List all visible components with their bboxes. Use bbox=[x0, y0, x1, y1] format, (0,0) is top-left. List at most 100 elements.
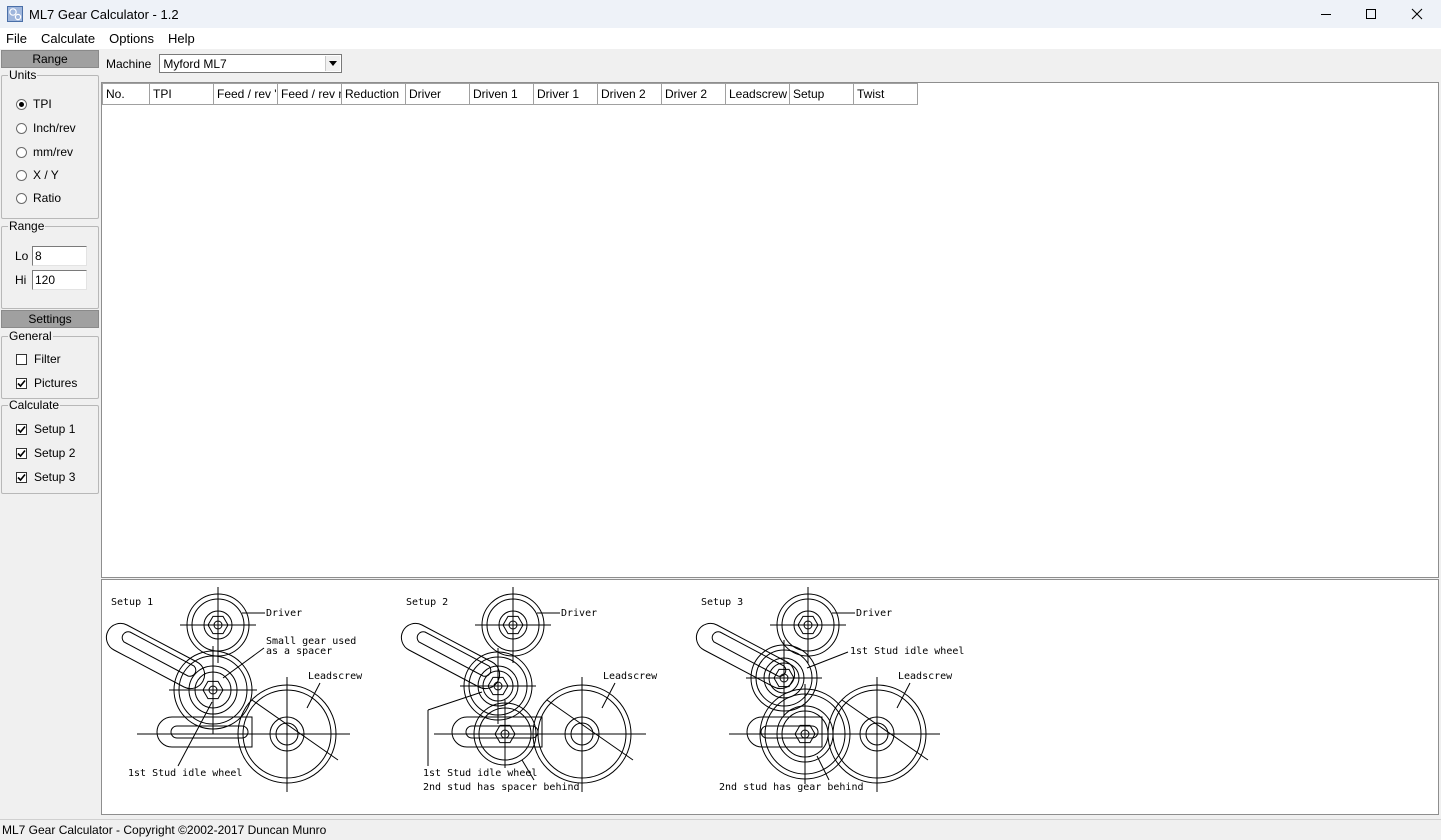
units-label-inch-rev: Inch/rev bbox=[33, 121, 76, 135]
machine-label: Machine bbox=[106, 56, 152, 71]
setup3-option[interactable]: Setup 3 bbox=[16, 470, 75, 484]
col-header-driver1[interactable]: Driver 1 bbox=[534, 83, 598, 105]
filter-option[interactable]: Filter bbox=[16, 352, 61, 366]
maximize-button[interactable] bbox=[1348, 0, 1394, 28]
setup3-driver-label: Driver bbox=[856, 608, 892, 619]
range-lo-label: Lo bbox=[15, 249, 29, 263]
setup1-idle-label: 1st Stud idle wheel bbox=[128, 768, 242, 779]
filter-checkbox[interactable] bbox=[16, 353, 27, 365]
setup1-checkbox[interactable] bbox=[16, 423, 27, 435]
setup2-checkbox[interactable] bbox=[16, 447, 27, 459]
range-lo-input[interactable] bbox=[32, 246, 87, 266]
radio-tpi[interactable] bbox=[16, 98, 27, 110]
setup3-leadscrew-label: Leadscrew bbox=[898, 671, 953, 682]
checkmark-icon bbox=[17, 449, 26, 457]
setup2-driver-label: Driver bbox=[561, 608, 597, 619]
title-bar: ML7 Gear Calculator - 1.2 bbox=[0, 0, 1441, 28]
settings-header[interactable]: Settings bbox=[1, 310, 99, 328]
col-header-feed-mm[interactable]: Feed / rev mm bbox=[278, 83, 342, 105]
pictures-label: Pictures bbox=[34, 376, 78, 390]
units-legend: Units bbox=[9, 68, 37, 82]
range-lo-row: Lo bbox=[15, 246, 87, 266]
setup2-note-label: 2nd stud has spacer behind bbox=[423, 782, 580, 793]
units-label-tpi: TPI bbox=[33, 97, 52, 111]
general-legend: General bbox=[9, 329, 52, 343]
radio-inch-rev[interactable] bbox=[16, 122, 27, 134]
range-hi-row: Hi bbox=[15, 270, 87, 290]
filter-label: Filter bbox=[34, 352, 61, 366]
radio-ratio[interactable] bbox=[16, 192, 27, 204]
menu-calculate[interactable]: Calculate bbox=[34, 31, 102, 46]
menu-options[interactable]: Options bbox=[102, 31, 161, 46]
checkmark-icon bbox=[17, 473, 26, 481]
app-icon bbox=[7, 6, 23, 22]
status-bar: ML7 Gear Calculator - Copyright ©2002-20… bbox=[0, 819, 1441, 840]
setup3-label: Setup 3 bbox=[34, 470, 76, 484]
setup2-leadscrew-label: Leadscrew bbox=[603, 671, 658, 682]
col-header-driver2[interactable]: Driver 2 bbox=[662, 83, 726, 105]
units-label-xy: X / Y bbox=[33, 168, 59, 182]
units-option-mm-rev[interactable]: mm/rev bbox=[16, 145, 73, 159]
setup1-leadscrew-label: Leadscrew bbox=[308, 671, 363, 682]
setup2-option[interactable]: Setup 2 bbox=[16, 446, 75, 460]
col-header-driven2[interactable]: Driven 2 bbox=[598, 83, 662, 105]
col-header-no[interactable]: No. bbox=[102, 83, 150, 105]
setup1-title: Setup 1 bbox=[111, 597, 153, 608]
setup2-idle-label: 1st Stud idle wheel bbox=[423, 768, 537, 779]
setup1-label: Setup 1 bbox=[34, 422, 76, 436]
col-header-reduction[interactable]: Reduction bbox=[342, 83, 406, 105]
close-icon bbox=[1411, 8, 1423, 20]
status-text: ML7 Gear Calculator - Copyright ©2002-20… bbox=[2, 823, 327, 837]
units-option-inch-rev[interactable]: Inch/rev bbox=[16, 121, 76, 135]
gear-train-diagrams: Setup 1 Driver Small gear used as a spac… bbox=[105, 587, 964, 793]
units-option-xy[interactable]: X / Y bbox=[16, 168, 59, 182]
setup1-diagram: Setup 1 Driver Small gear used as a spac… bbox=[105, 587, 363, 792]
col-header-leadscrew[interactable]: Leadscrew bbox=[726, 83, 790, 105]
setup2-diagram: Setup 2 Driver Leadscrew 1st Stud idle w… bbox=[400, 587, 658, 793]
grid-header: No. TPI Feed / rev " Feed / rev mm Reduc… bbox=[102, 83, 1438, 105]
units-label-ratio: Ratio bbox=[33, 191, 62, 205]
pictures-option[interactable]: Pictures bbox=[16, 376, 77, 390]
window-title: ML7 Gear Calculator - 1.2 bbox=[29, 6, 179, 22]
setup1-driver-label: Driver bbox=[266, 608, 302, 619]
setup2-title: Setup 2 bbox=[406, 597, 448, 608]
minimize-button[interactable] bbox=[1303, 0, 1349, 28]
minimize-icon bbox=[1321, 14, 1331, 15]
col-header-tpi[interactable]: TPI bbox=[150, 83, 214, 105]
col-header-driven1[interactable]: Driven 1 bbox=[470, 83, 534, 105]
calculate-legend: Calculate bbox=[9, 398, 60, 412]
radio-mm-rev[interactable] bbox=[16, 146, 27, 158]
setup3-diagram: Setup 3 Driver 1st Stud idle wheel Leads… bbox=[695, 587, 964, 793]
pictures-checkbox[interactable] bbox=[16, 377, 27, 389]
radio-xy[interactable] bbox=[16, 169, 27, 181]
setup3-title: Setup 3 bbox=[701, 597, 743, 608]
range-hi-label: Hi bbox=[15, 273, 27, 287]
menu-help[interactable]: Help bbox=[161, 31, 202, 46]
setup1-spacer-label-2: as a spacer bbox=[266, 646, 332, 657]
setup3-checkbox[interactable] bbox=[16, 471, 27, 483]
close-button[interactable] bbox=[1394, 0, 1440, 28]
col-header-twist[interactable]: Twist bbox=[854, 83, 918, 105]
col-header-driver[interactable]: Driver bbox=[406, 83, 470, 105]
left-panel: Range Units TPI Inch/rev mm/rev X / Y Ra… bbox=[0, 49, 100, 819]
checkmark-icon bbox=[17, 425, 26, 433]
units-option-ratio[interactable]: Ratio bbox=[16, 191, 61, 205]
maximize-icon bbox=[1366, 9, 1376, 19]
checkmark-icon bbox=[17, 379, 26, 387]
dropdown-arrow-icon[interactable] bbox=[325, 56, 341, 71]
range-hi-input[interactable] bbox=[32, 270, 87, 290]
setup1-option[interactable]: Setup 1 bbox=[16, 422, 75, 436]
results-grid[interactable]: No. TPI Feed / rev " Feed / rev mm Reduc… bbox=[101, 82, 1439, 578]
col-header-setup[interactable]: Setup bbox=[790, 83, 854, 105]
range-header[interactable]: Range bbox=[1, 50, 99, 68]
menu-file[interactable]: File bbox=[0, 31, 34, 46]
setup-pictures-panel: Setup 1 Driver Small gear used as a spac… bbox=[101, 579, 1439, 815]
machine-select[interactable]: Myford ML7 bbox=[159, 54, 343, 73]
range-legend: Range bbox=[9, 219, 45, 233]
units-option-tpi[interactable]: TPI bbox=[16, 97, 52, 111]
setup2-label: Setup 2 bbox=[34, 446, 76, 460]
col-header-feed-inch[interactable]: Feed / rev " bbox=[214, 83, 278, 105]
machine-select-value: Myford ML7 bbox=[163, 56, 227, 71]
machine-row: Machine Myford ML7 bbox=[106, 54, 343, 73]
setup3-idle-label: 1st Stud idle wheel bbox=[850, 646, 964, 657]
